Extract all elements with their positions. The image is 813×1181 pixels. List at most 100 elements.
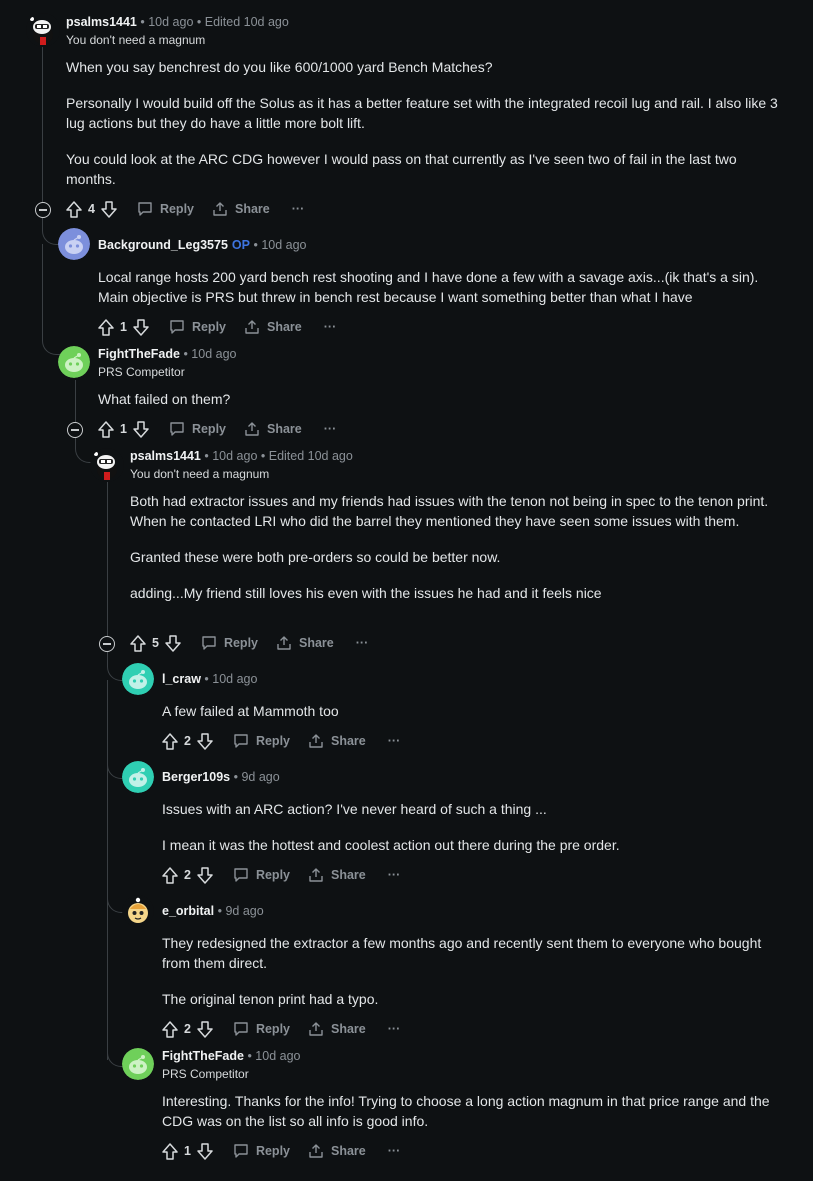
comment-meta: FightTheFade • 10d ago [162,1049,300,1063]
avatar[interactable] [58,228,90,260]
more-options-button[interactable]: ··· [356,636,369,650]
share-button[interactable]: Share [212,201,270,217]
more-options-button[interactable]: ··· [388,1144,401,1158]
reply-button[interactable]: Reply [233,1143,290,1159]
avatar[interactable] [26,13,60,47]
comment-body: They redesigned the extractor a few mont… [162,933,782,1025]
upvote-icon[interactable] [130,634,146,652]
upvote-icon[interactable] [162,866,178,884]
upvote-icon[interactable] [162,1142,178,1160]
username[interactable]: l_craw [162,672,201,686]
comment-body: Interesting. Thanks for the info! Trying… [162,1091,772,1147]
share-button[interactable]: Share [244,319,302,335]
comment-paragraph: You could look at the ARC CDG however I … [66,151,737,187]
reply-button[interactable]: Reply [233,1021,290,1037]
comment-icon [170,422,184,436]
more-options-button[interactable]: ··· [324,422,337,436]
avatar[interactable] [122,663,154,695]
avatar[interactable] [90,448,124,482]
comment-meta: e_orbital • 9d ago [162,904,264,918]
share-label: Share [331,1144,366,1158]
reply-button[interactable]: Reply [201,635,258,651]
username[interactable]: psalms1441 [130,449,201,463]
upvote-icon[interactable] [98,318,114,336]
collapse-button[interactable] [35,202,51,218]
comment-paragraph: Granted these were both pre-orders so co… [130,549,501,565]
reply-button[interactable]: Reply [233,867,290,883]
reply-button[interactable]: Reply [137,201,194,217]
username[interactable]: Berger109s [162,770,230,784]
share-label: Share [331,868,366,882]
comment-icon [202,636,216,650]
share-button[interactable]: Share [308,867,366,883]
upvote-icon[interactable] [162,1020,178,1038]
share-label: Share [331,1022,366,1036]
thread-curve [42,320,60,355]
user-flair: PRS Competitor [162,1067,249,1081]
share-label: Share [331,734,366,748]
comment-actions: 2 Reply Share ··· [162,864,400,886]
username[interactable]: e_orbital [162,904,214,918]
comment-icon [138,202,152,216]
reply-label: Reply [255,868,290,882]
comment-icon [234,1022,248,1036]
comment-meta: FightTheFade • 10d ago [98,347,236,361]
timestamp: • 9d ago [233,770,280,784]
share-icon [309,1144,323,1158]
comment-paragraph: adding...My friend still loves his even … [130,585,602,601]
comment-meta: psalms1441 • 10d ago • Edited 10d ago [66,15,289,29]
downvote-icon[interactable] [165,634,181,652]
comment-body: Both had extractor issues and my friends… [130,491,770,619]
downvote-icon[interactable] [197,1142,213,1160]
collapse-button[interactable] [99,636,115,652]
more-options-button[interactable]: ··· [388,734,401,748]
username[interactable]: Background_Leg3575 [98,238,228,252]
reply-label: Reply [223,636,258,650]
share-button[interactable]: Share [244,421,302,437]
comment-paragraph: When you say benchrest do you like 600/1… [66,59,493,75]
more-options-button[interactable]: ··· [324,320,337,334]
downvote-icon[interactable] [133,420,149,438]
share-button[interactable]: Share [276,635,334,651]
thread-line [107,482,108,636]
timestamp: • 9d ago [217,904,264,918]
upvote-icon[interactable] [162,732,178,750]
share-button[interactable]: Share [308,733,366,749]
user-flair: You don't need a magnum [130,467,270,481]
username[interactable]: FightTheFade [98,347,180,361]
avatar[interactable] [122,895,154,927]
more-options-button[interactable]: ··· [388,1022,401,1036]
comment-body: Issues with an ARC action? I've never he… [162,799,782,871]
reply-button[interactable]: Reply [169,319,226,335]
downvote-icon[interactable] [197,1020,213,1038]
collapse-button[interactable] [67,422,83,438]
downvote-icon[interactable] [101,200,117,218]
reply-button[interactable]: Reply [233,733,290,749]
upvote-icon[interactable] [98,420,114,438]
op-badge: OP [231,238,250,252]
comment-icon [234,734,248,748]
more-options-button[interactable]: ··· [292,202,305,216]
share-button[interactable]: Share [308,1143,366,1159]
more-options-button[interactable]: ··· [388,868,401,882]
timestamp: • 10d ago [183,347,237,361]
share-icon [245,320,259,334]
share-icon [309,1022,323,1036]
upvote-icon[interactable] [66,200,82,218]
username[interactable]: psalms1441 [66,15,137,29]
downvote-icon[interactable] [133,318,149,336]
share-button[interactable]: Share [308,1021,366,1037]
avatar[interactable] [58,346,90,378]
share-icon [213,202,227,216]
thread-line [107,680,108,1060]
avatar[interactable] [122,761,154,793]
username[interactable]: FightTheFade [162,1049,244,1063]
downvote-icon[interactable] [197,866,213,884]
avatar[interactable] [122,1048,154,1080]
vote-count: 4 [88,202,95,216]
comment-paragraph: They redesigned the extractor a few mont… [162,935,762,971]
vote-count: 2 [184,734,191,748]
comment-paragraph: I mean it was the hottest and coolest ac… [162,837,620,853]
reply-button[interactable]: Reply [169,421,226,437]
downvote-icon[interactable] [197,732,213,750]
